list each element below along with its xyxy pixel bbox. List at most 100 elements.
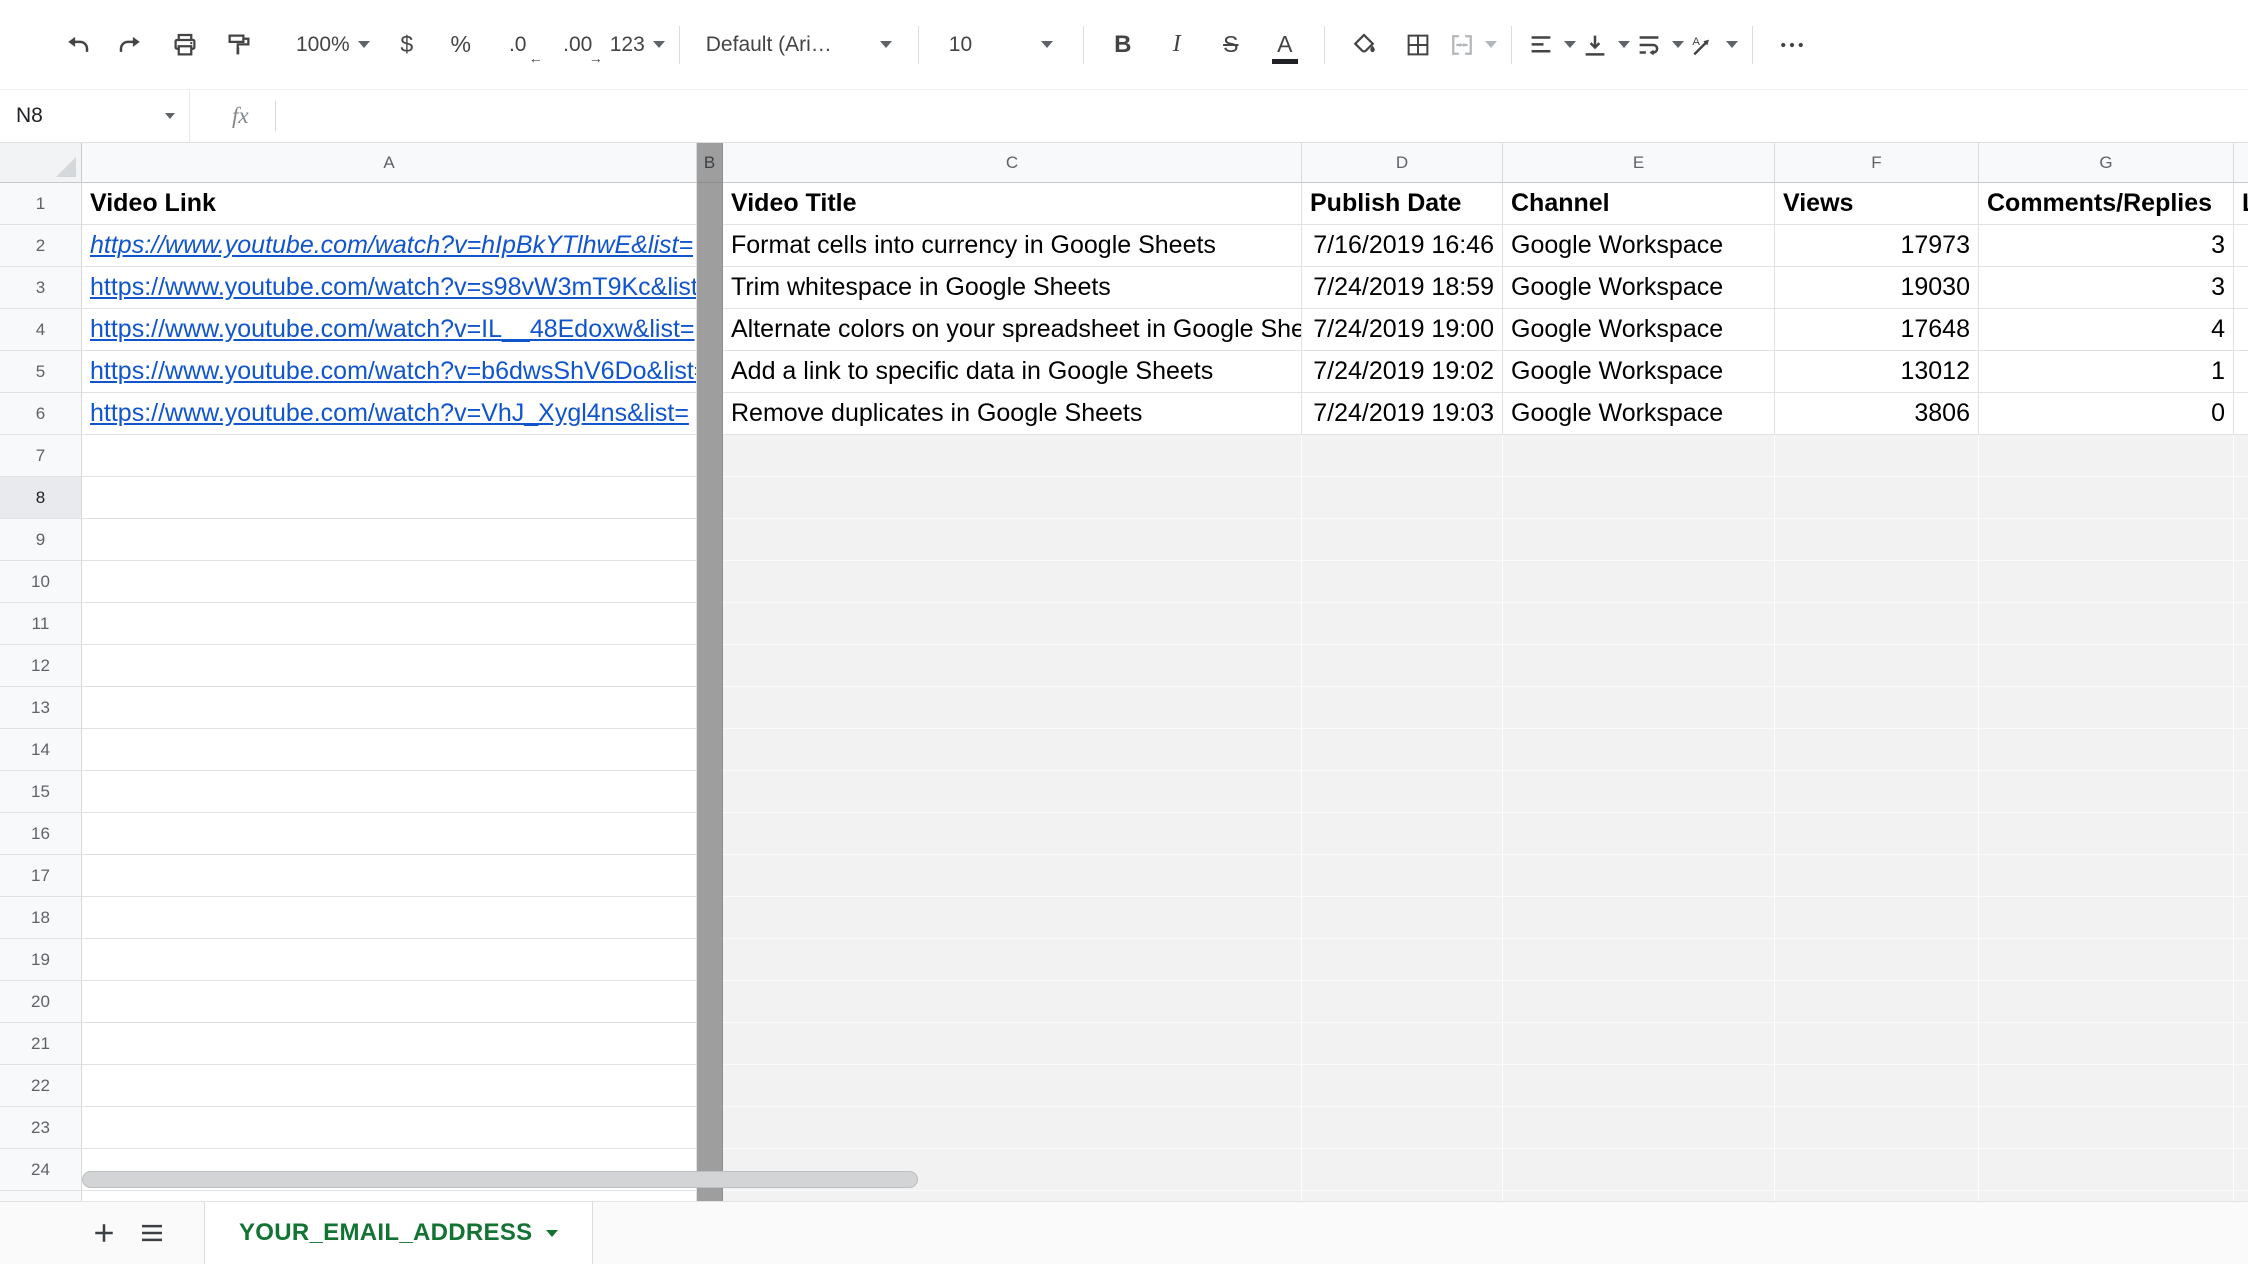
cell-G25[interactable] [1979, 1191, 2234, 1201]
cell-F21[interactable] [1775, 1023, 1979, 1065]
cell-E8[interactable] [1503, 477, 1775, 519]
cell-G15[interactable] [1979, 771, 2234, 813]
cell-H3[interactable] [2234, 267, 2248, 309]
cell-G24[interactable] [1979, 1149, 2234, 1191]
row-header-2[interactable]: 2 [0, 225, 82, 267]
cell-C10[interactable] [723, 561, 1302, 603]
cell-E7[interactable] [1503, 435, 1775, 477]
cell-C9[interactable] [723, 519, 1302, 561]
cell-F13[interactable] [1775, 687, 1979, 729]
cell-E3[interactable]: Google Workspace [1503, 267, 1775, 309]
cell-D12[interactable] [1302, 645, 1503, 687]
cell-D10[interactable] [1302, 561, 1503, 603]
cell-H21[interactable] [2234, 1023, 2248, 1065]
cell-G6[interactable]: 0 [1979, 393, 2234, 435]
cell-B17[interactable] [697, 855, 723, 897]
cell-C11[interactable] [723, 603, 1302, 645]
zoom-dropdown[interactable]: 100% [288, 18, 378, 72]
cell-C5[interactable]: Add a link to specific data in Google Sh… [723, 351, 1302, 393]
cell-link[interactable]: https://www.youtube.com/watch?v=s98vW3mT… [90, 273, 697, 302]
cell-D17[interactable] [1302, 855, 1503, 897]
cell-E20[interactable] [1503, 981, 1775, 1023]
cell-F2[interactable]: 17973 [1775, 225, 1979, 267]
cell-H17[interactable] [2234, 855, 2248, 897]
cell-C3[interactable]: Trim whitespace in Google Sheets [723, 267, 1302, 309]
cell-F18[interactable] [1775, 897, 1979, 939]
cell-D15[interactable] [1302, 771, 1503, 813]
column-header-G[interactable]: G [1979, 143, 2234, 183]
row-header-7[interactable]: 7 [0, 435, 82, 477]
row-header-22[interactable]: 22 [0, 1065, 82, 1107]
cell-A11[interactable] [82, 603, 697, 645]
cell-E10[interactable] [1503, 561, 1775, 603]
cell-C25[interactable] [723, 1191, 1302, 1201]
cell-A4[interactable]: https://www.youtube.com/watch?v=IL__48Ed… [82, 309, 697, 351]
cell-B22[interactable] [697, 1065, 723, 1107]
cell-D2[interactable]: 7/16/2019 16:46 [1302, 225, 1503, 267]
cell-C17[interactable] [723, 855, 1302, 897]
cell-D6[interactable]: 7/24/2019 19:03 [1302, 393, 1503, 435]
cell-F11[interactable] [1775, 603, 1979, 645]
cell-C18[interactable] [723, 897, 1302, 939]
cell-H19[interactable] [2234, 939, 2248, 981]
cell-A6[interactable]: https://www.youtube.com/watch?v=VhJ_Xygl… [82, 393, 697, 435]
cell-C19[interactable] [723, 939, 1302, 981]
cell-B20[interactable] [697, 981, 723, 1023]
decrease-decimal-button[interactable]: .0 ← [490, 18, 546, 72]
column-header-C[interactable]: C [723, 143, 1302, 183]
cell-B16[interactable] [697, 813, 723, 855]
cell-B1[interactable] [697, 183, 723, 225]
column-header-B[interactable]: B [697, 143, 723, 183]
cell-D9[interactable] [1302, 519, 1503, 561]
cell-B7[interactable] [697, 435, 723, 477]
paint-format-button[interactable] [214, 18, 264, 72]
cell-G19[interactable] [1979, 939, 2234, 981]
cell-H12[interactable] [2234, 645, 2248, 687]
cell-C20[interactable] [723, 981, 1302, 1023]
cell-A20[interactable] [82, 981, 697, 1023]
cell-A1[interactable]: Video Link [82, 183, 697, 225]
fill-color-button[interactable] [1339, 18, 1389, 72]
cell-G5[interactable]: 1 [1979, 351, 2234, 393]
cell-F20[interactable] [1775, 981, 1979, 1023]
format-percent-button[interactable]: % [436, 18, 486, 72]
cell-B4[interactable] [697, 309, 723, 351]
cell-G10[interactable] [1979, 561, 2234, 603]
cell-H20[interactable] [2234, 981, 2248, 1023]
cell-D19[interactable] [1302, 939, 1503, 981]
cell-E2[interactable]: Google Workspace [1503, 225, 1775, 267]
cell-B2[interactable] [697, 225, 723, 267]
cell-D3[interactable]: 7/24/2019 18:59 [1302, 267, 1503, 309]
cell-D21[interactable] [1302, 1023, 1503, 1065]
cell-A5[interactable]: https://www.youtube.com/watch?v=b6dwsShV… [82, 351, 697, 393]
cell-H23[interactable] [2234, 1107, 2248, 1149]
cell-G3[interactable]: 3 [1979, 267, 2234, 309]
cell-D25[interactable] [1302, 1191, 1503, 1201]
cell-D23[interactable] [1302, 1107, 1503, 1149]
cell-B10[interactable] [697, 561, 723, 603]
cell-A2[interactable]: https://www.youtube.com/watch?v=hIpBkYTl… [82, 225, 697, 267]
cell-H9[interactable] [2234, 519, 2248, 561]
bold-button[interactable]: B [1098, 18, 1148, 72]
cell-F22[interactable] [1775, 1065, 1979, 1107]
cell-H11[interactable] [2234, 603, 2248, 645]
cell-A16[interactable] [82, 813, 697, 855]
cell-E18[interactable] [1503, 897, 1775, 939]
cell-G18[interactable] [1979, 897, 2234, 939]
more-toolbar-button[interactable] [1767, 18, 1817, 72]
format-currency-button[interactable]: $ [382, 18, 432, 72]
select-all-corner[interactable] [0, 143, 82, 183]
cell-F14[interactable] [1775, 729, 1979, 771]
cell-G4[interactable]: 4 [1979, 309, 2234, 351]
cell-C15[interactable] [723, 771, 1302, 813]
row-header-12[interactable]: 12 [0, 645, 82, 687]
row-header-23[interactable]: 23 [0, 1107, 82, 1149]
row-header-9[interactable]: 9 [0, 519, 82, 561]
row-header-18[interactable]: 18 [0, 897, 82, 939]
name-box[interactable]: N8 [0, 90, 190, 142]
cell-E13[interactable] [1503, 687, 1775, 729]
cell-D13[interactable] [1302, 687, 1503, 729]
cell-G13[interactable] [1979, 687, 2234, 729]
redo-button[interactable] [106, 18, 156, 72]
cell-E11[interactable] [1503, 603, 1775, 645]
